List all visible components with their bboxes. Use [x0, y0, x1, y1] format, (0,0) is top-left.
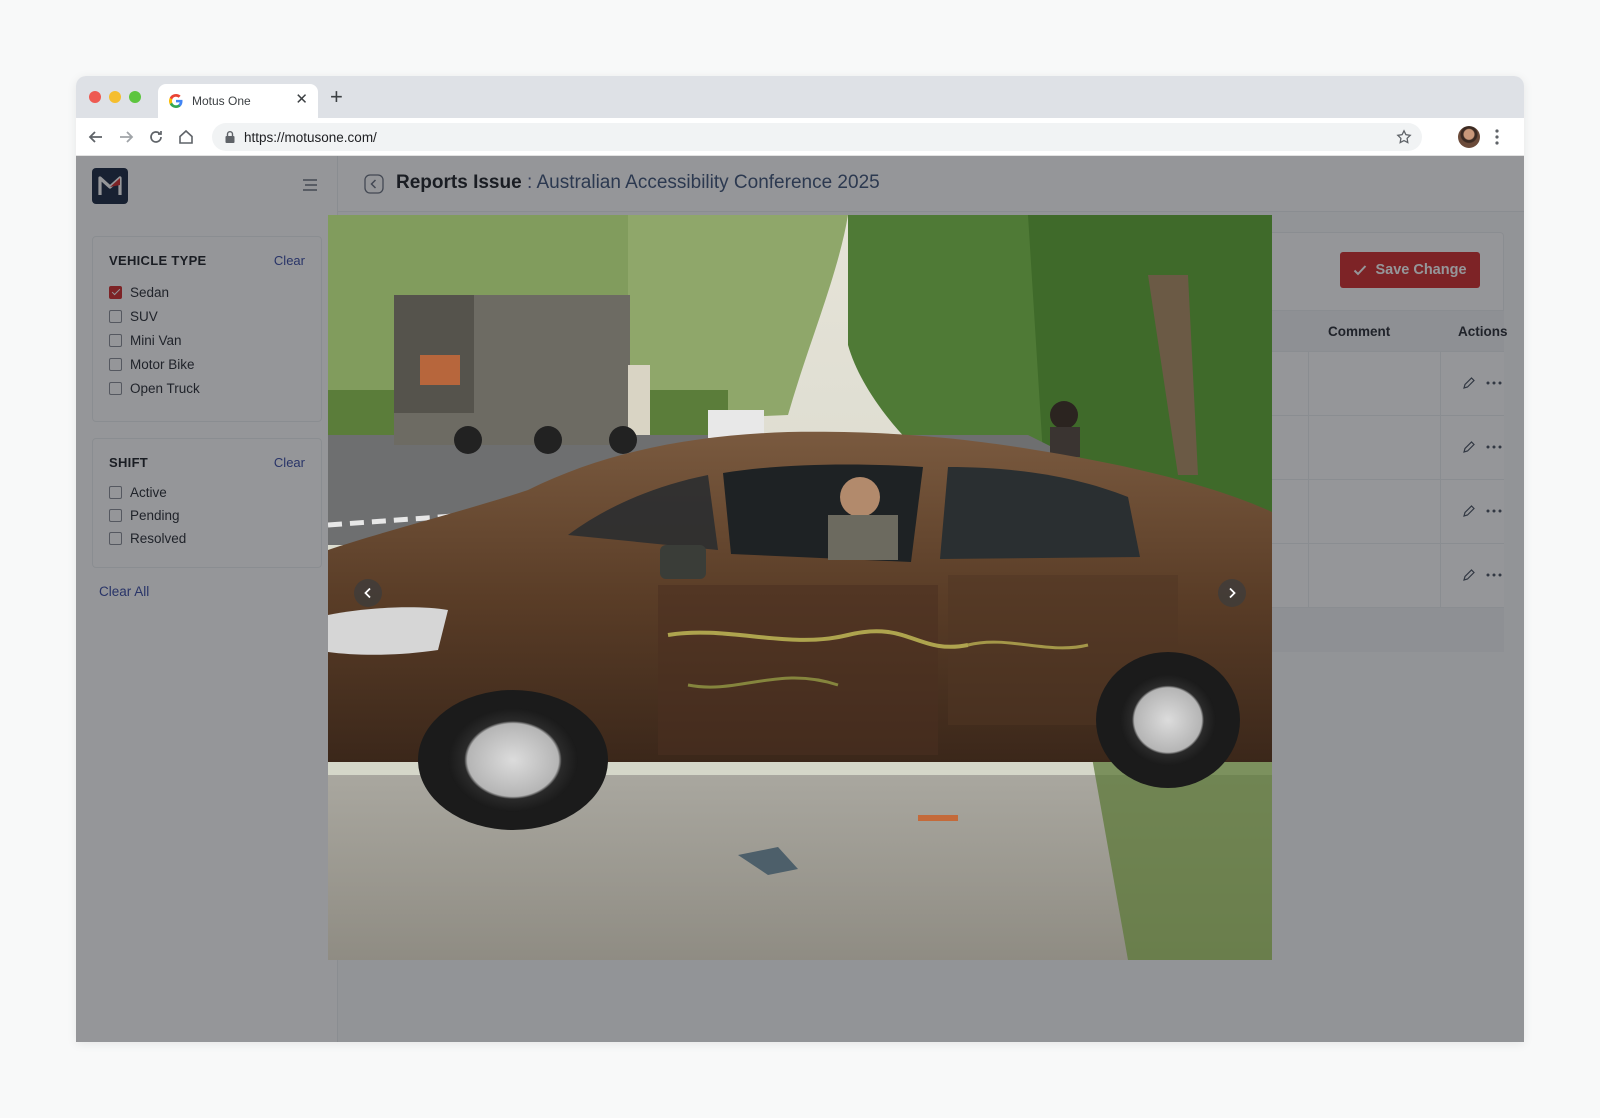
tab-strip: Motus One ✕ + — [76, 76, 1524, 118]
minimize-window-button[interactable] — [109, 91, 121, 103]
browser-toolbar: https://motusone.com/ — [76, 118, 1524, 156]
next-image-button[interactable] — [1218, 579, 1246, 607]
tab-title: Motus One — [192, 94, 251, 108]
home-icon[interactable] — [176, 127, 196, 147]
chevron-left-icon — [364, 587, 371, 599]
image-lightbox — [328, 215, 1272, 960]
damaged-car-photo — [328, 215, 1272, 960]
forward-arrow-icon[interactable] — [116, 127, 136, 147]
chevron-right-icon — [1229, 587, 1236, 599]
browser-tab[interactable]: Motus One ✕ — [158, 84, 318, 118]
google-icon — [169, 94, 183, 108]
address-bar[interactable]: https://motusone.com/ — [212, 123, 1422, 151]
new-tab-button[interactable]: + — [330, 86, 343, 108]
lock-icon — [225, 131, 235, 143]
reload-icon[interactable] — [146, 127, 166, 147]
profile-avatar[interactable] — [1458, 126, 1480, 148]
close-tab-icon[interactable]: ✕ — [295, 92, 308, 108]
previous-image-button[interactable] — [354, 579, 382, 607]
back-arrow-icon[interactable] — [86, 127, 106, 147]
browser-menu-icon[interactable] — [1494, 126, 1500, 148]
star-icon[interactable] — [1396, 129, 1412, 145]
close-window-button[interactable] — [89, 91, 101, 103]
maximize-window-button[interactable] — [129, 91, 141, 103]
url-text: https://motusone.com/ — [244, 130, 377, 145]
